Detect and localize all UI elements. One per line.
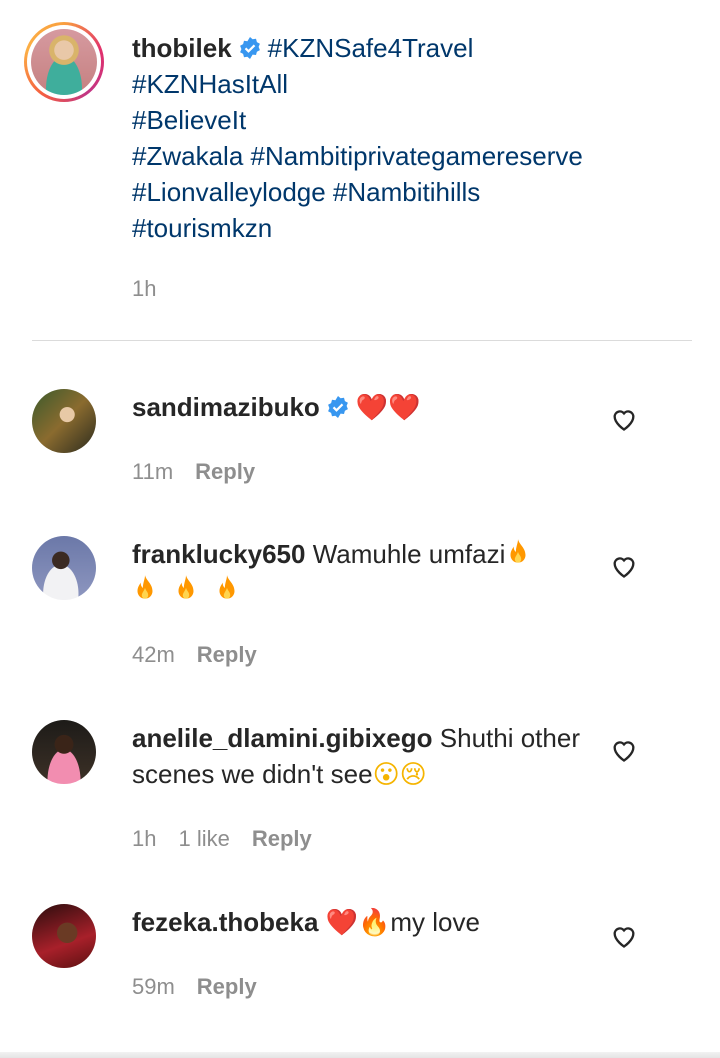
- caption-hashtag-line[interactable]: #KZNHasItAll: [132, 66, 692, 102]
- comment-username[interactable]: sandimazibuko: [132, 392, 320, 422]
- fire-emoji-icon: [137, 575, 153, 599]
- commenter-avatar[interactable]: [32, 536, 96, 600]
- comment-text: Wamuhle umfazi: [312, 539, 506, 569]
- comment-text: my love: [390, 907, 480, 937]
- comment-body: sandimazibuko ❤️❤️: [132, 389, 592, 426]
- comment-meta: 59m Reply: [132, 974, 279, 1000]
- comment-body: franklucky650 Wamuhle umfazi🔥🔥🔥🔥: [132, 536, 592, 608]
- fire-emoji-icon: [219, 575, 235, 599]
- commenter-avatar[interactable]: [32, 720, 96, 784]
- divider: [32, 340, 692, 341]
- fire-emoji-icon: [178, 575, 194, 599]
- comment-emoji: ❤️❤️: [355, 393, 421, 423]
- caption-username[interactable]: thobilek: [132, 33, 232, 63]
- comment-username[interactable]: franklucky650: [132, 539, 305, 569]
- caption-hashtag-line[interactable]: #Zwakala #Nambitiprivategamereserve: [132, 138, 692, 174]
- caption-hashtag-line[interactable]: #Lionvalleylodge #Nambitihills: [132, 174, 692, 210]
- comment-meta: 42m Reply: [132, 642, 279, 668]
- comment-username[interactable]: anelile_dlamini.gibixego: [132, 723, 433, 753]
- like-heart-icon[interactable]: [610, 736, 638, 764]
- bottom-edge: [0, 1052, 720, 1058]
- verified-icon: [239, 37, 260, 59]
- comment-meta: 11m Reply: [132, 459, 277, 485]
- reply-button[interactable]: Reply: [197, 974, 257, 999]
- post-caption: thobilek #KZNSafe4Travel #KZNHasItAll #Be…: [0, 0, 720, 340]
- comment-emoji: 😮😢: [372, 760, 427, 790]
- caption-timestamp: 1h: [132, 276, 157, 301]
- fire-emoji-icon: [510, 539, 526, 563]
- comment-timestamp: 1h: [132, 826, 157, 851]
- reply-button[interactable]: Reply: [197, 642, 257, 667]
- like-heart-icon[interactable]: [610, 922, 638, 950]
- comment-body: fezeka.thobeka ❤️🔥my love: [132, 904, 592, 941]
- author-avatar-image: [31, 29, 97, 95]
- verified-icon: [327, 396, 348, 418]
- caption-text: thobilek #KZNSafe4Travel #KZNHasItAll #Be…: [132, 30, 692, 246]
- caption-hashtag-line[interactable]: #tourismkzn: [132, 210, 692, 246]
- comment-body: anelile_dlamini.gibixego Shuthi other sc…: [132, 720, 592, 793]
- comment-like-count[interactable]: 1 like: [178, 826, 229, 851]
- reply-button[interactable]: Reply: [195, 459, 255, 484]
- comment-meta: 1h 1 like Reply: [132, 826, 334, 852]
- comment-timestamp: 42m: [132, 642, 175, 667]
- caption-hashtag-line[interactable]: #BelieveIt: [132, 102, 692, 138]
- like-heart-icon[interactable]: [610, 552, 638, 580]
- comment-emoji: ❤️🔥: [325, 908, 391, 938]
- author-avatar[interactable]: [24, 22, 104, 102]
- commenter-avatar[interactable]: [32, 389, 96, 453]
- reply-button[interactable]: Reply: [252, 826, 312, 851]
- comment-username[interactable]: fezeka.thobeka: [132, 907, 318, 937]
- comment-timestamp: 59m: [132, 974, 175, 999]
- like-heart-icon[interactable]: [610, 405, 638, 433]
- caption-hashtag[interactable]: #KZNSafe4Travel: [268, 33, 474, 63]
- commenter-avatar[interactable]: [32, 904, 96, 968]
- comment-timestamp: 11m: [132, 459, 174, 484]
